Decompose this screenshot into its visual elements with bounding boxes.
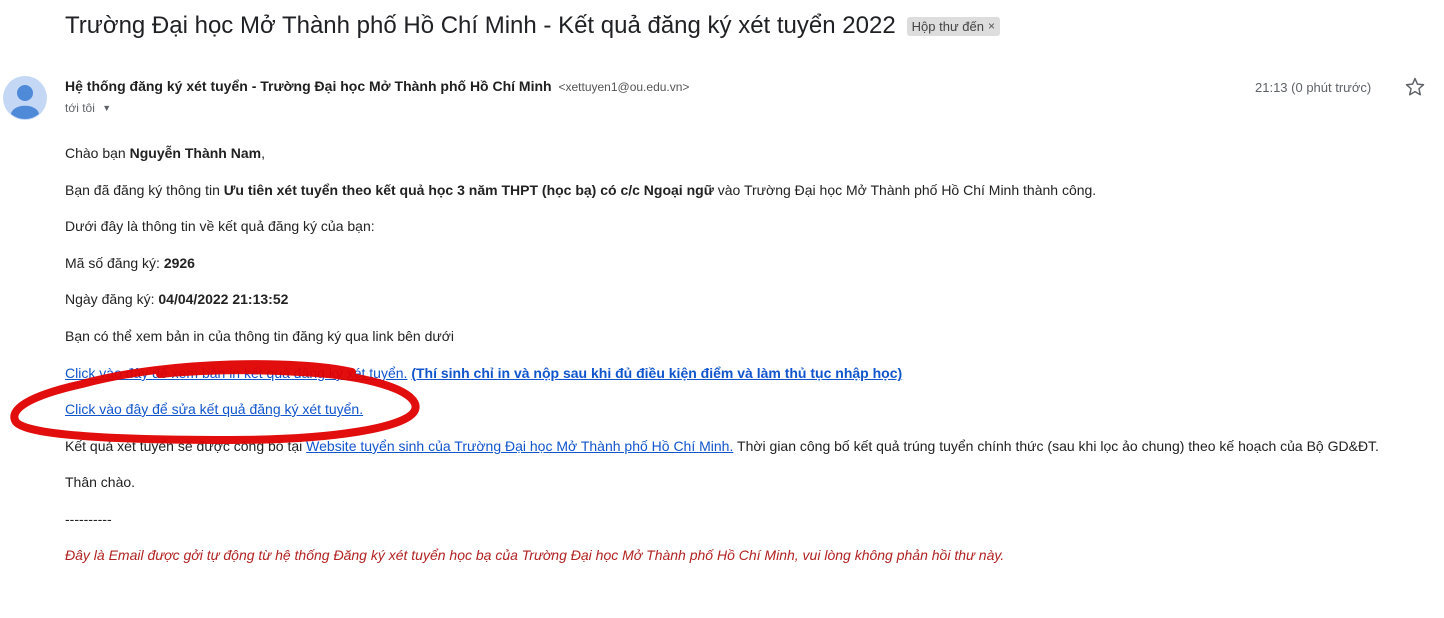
admission-website-link[interactable]: Website tuyển sinh của Trường Đại học Mở… bbox=[306, 438, 733, 454]
recipient-name: Nguyễn Thành Nam bbox=[129, 145, 262, 161]
inbox-label-text: Hộp thư đến bbox=[911, 18, 984, 34]
edit-link-line: Click vào đây để sửa kết quả đăng ký xét… bbox=[65, 401, 363, 417]
registration-confirmation: Bạn đã đăng ký thông tin Ưu tiên xét tuy… bbox=[65, 182, 1096, 198]
print-info: Bạn có thể xem bản in của thông tin đăng… bbox=[65, 328, 455, 344]
info-intro: Dưới đây là thông tin về kết quả đăng ký… bbox=[65, 218, 375, 234]
auto-email-footer: Đây là Email được gởi tự động từ hệ thốn… bbox=[65, 547, 1005, 563]
print-link-line: Click vào đây để xem bản in kết quả đăng… bbox=[65, 365, 902, 381]
registration-date-label: Ngày đăng ký: bbox=[65, 291, 159, 307]
print-note: (Thí sinh chỉ in và nộp sau khi đủ điều … bbox=[411, 365, 903, 381]
sender-email: <xettuyen1@ou.edu.vn> bbox=[558, 80, 690, 94]
star-icon[interactable] bbox=[1404, 76, 1426, 98]
caret-down-icon[interactable]: ▼ bbox=[102, 103, 111, 113]
announcement-suffix: Thời gian công bố kết quả trúng tuyển ch… bbox=[733, 438, 1379, 454]
remove-label-icon[interactable]: × bbox=[988, 19, 995, 33]
received-time: 21:13 (0 phút trước) bbox=[1255, 80, 1372, 95]
recipient-toggle[interactable]: tới tôi ▼ bbox=[65, 101, 111, 115]
email-subject-row: Trường Đại học Mở Thành phố Hồ Chí Minh … bbox=[65, 12, 1000, 40]
registration-code-value: 2926 bbox=[163, 255, 195, 271]
edit-result-link[interactable]: Click vào đây để sửa kết quả đăng ký xét… bbox=[65, 401, 363, 417]
confirmation-prefix: Bạn đã đăng ký thông tin bbox=[65, 182, 224, 198]
result-announcement: Kết quả xét tuyển sẽ được công bố tại We… bbox=[65, 438, 1379, 454]
closing: Thân chào. bbox=[65, 474, 136, 490]
greeting-prefix: Chào bạn bbox=[65, 145, 130, 161]
admission-method: Ưu tiên xét tuyển theo kết quả học 3 năm… bbox=[223, 182, 714, 198]
greeting-suffix: , bbox=[261, 145, 265, 161]
recipient-text: tới tôi bbox=[65, 101, 95, 115]
registration-date-value: 04/04/2022 21:13:52 bbox=[158, 291, 289, 307]
confirmation-suffix: vào Trường Đại học Mở Thành phố Hồ Chí M… bbox=[713, 182, 1097, 198]
inbox-label-chip[interactable]: Hộp thư đến × bbox=[906, 16, 1000, 36]
separator: ---------- bbox=[65, 511, 112, 527]
default-avatar-icon[interactable] bbox=[3, 76, 47, 120]
greeting: Chào bạn Nguyễn Thành Nam, bbox=[65, 145, 265, 161]
registration-code: Mã số đăng ký: 2926 bbox=[65, 255, 195, 271]
sender-name[interactable]: Hệ thống đăng ký xét tuyển - Trường Đại … bbox=[65, 78, 552, 94]
email-subject: Trường Đại học Mở Thành phố Hồ Chí Minh … bbox=[65, 12, 896, 39]
announcement-prefix: Kết quả xét tuyển sẽ được công bố tại bbox=[65, 438, 307, 454]
print-result-link[interactable]: Click vào đây để xem bản in kết quả đăng… bbox=[65, 365, 407, 381]
registration-date: Ngày đăng ký: 04/04/2022 21:13:52 bbox=[65, 291, 288, 307]
sender-line: Hệ thống đăng ký xét tuyển - Trường Đại … bbox=[65, 78, 689, 94]
registration-code-label: Mã số đăng ký: bbox=[65, 255, 164, 271]
